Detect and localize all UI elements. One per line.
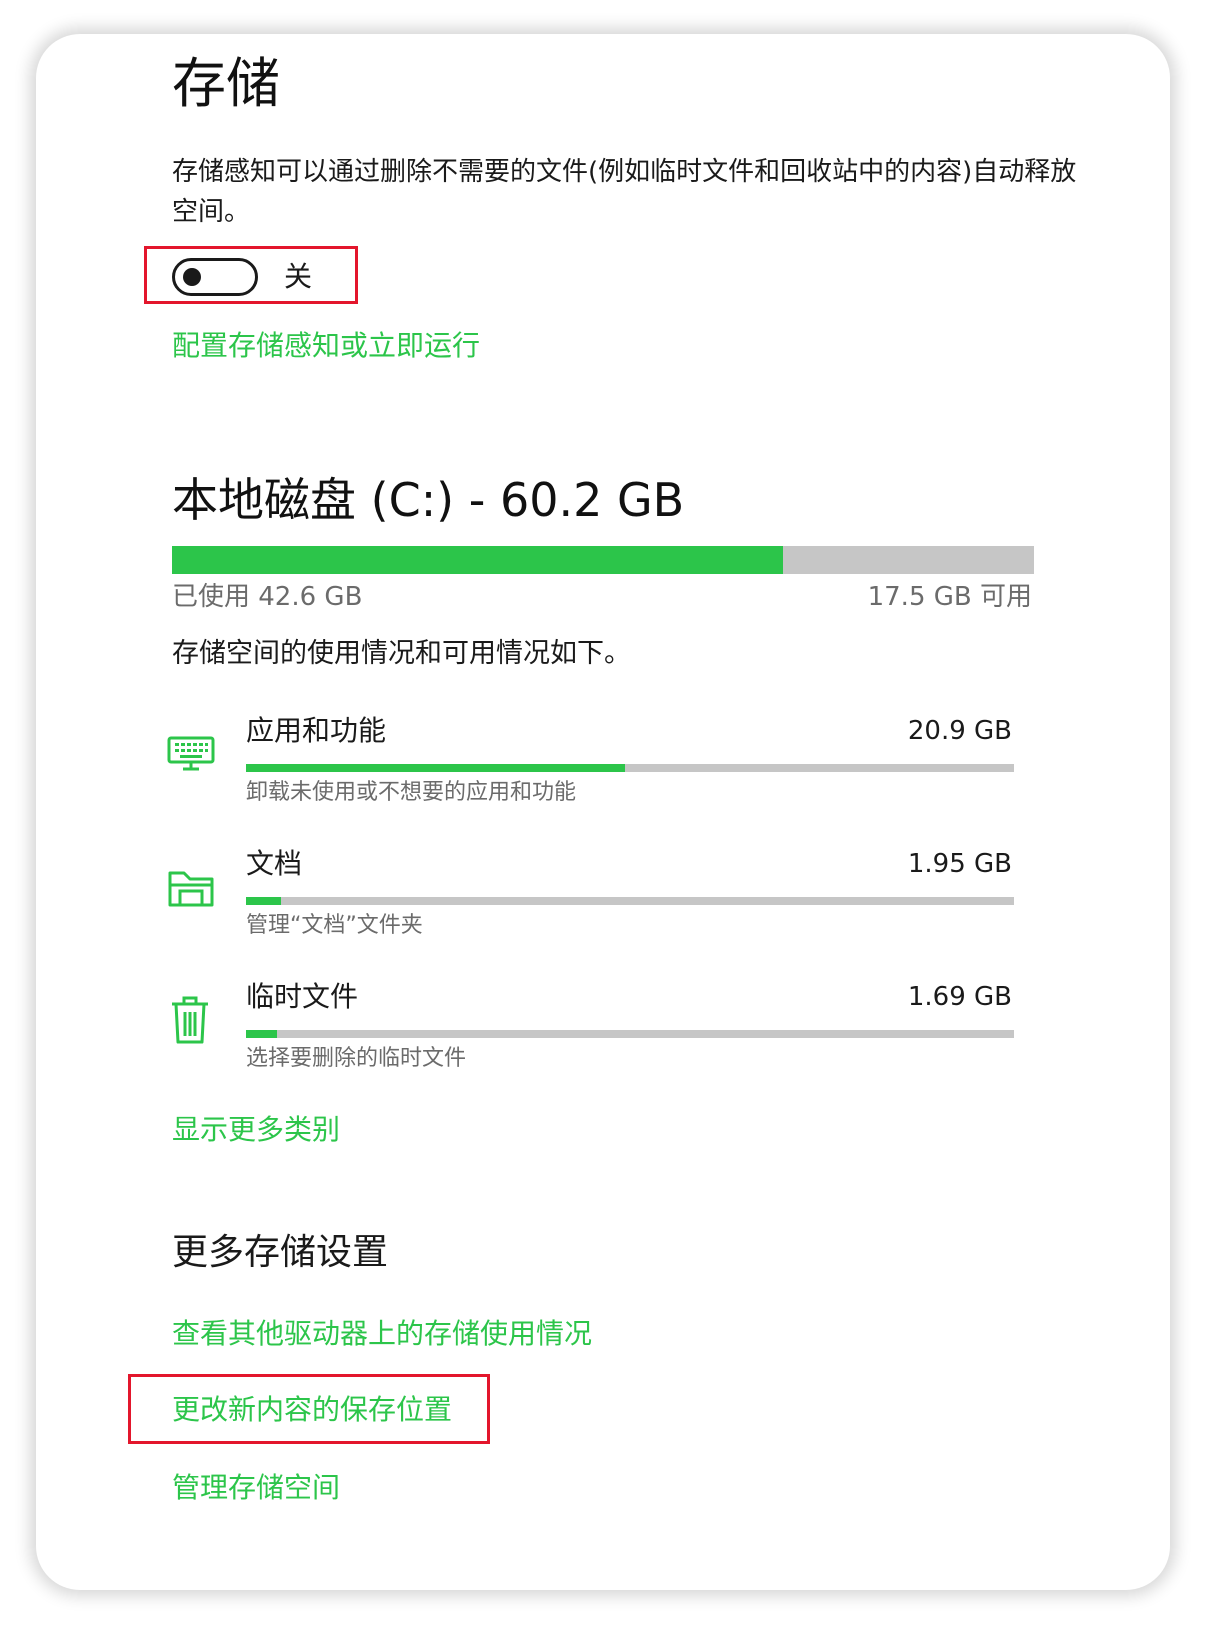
toggle-knob xyxy=(183,268,201,286)
category-size: 1.95 GB xyxy=(907,849,1012,879)
free-space-label: 17.5 GB 可用 xyxy=(867,582,1032,612)
category-description: 管理“文档”文件夹 xyxy=(246,913,423,938)
manage-storage-spaces-link[interactable]: 管理存储空间 xyxy=(172,1468,340,1508)
more-storage-settings-title: 更多存储设置 xyxy=(172,1232,389,1273)
category-description: 选择要删除的临时文件 xyxy=(246,1046,467,1071)
category-apps-features[interactable]: 应用和功能 20.9 GB 卸载未使用或不想要的应用和功能 xyxy=(162,710,1022,820)
category-name: 临时文件 xyxy=(246,980,359,1013)
settings-window: 存储 存储感知可以通过删除不需要的文件(例如临时文件和回收站中的内容)自动释放空… xyxy=(36,34,1170,1590)
toggle-state-label: 关 xyxy=(284,260,313,293)
drive-title: 本地磁盘 (C:) - 60.2 GB xyxy=(172,473,685,527)
category-description: 卸载未使用或不想要的应用和功能 xyxy=(246,780,577,805)
used-space-label: 已使用 42.6 GB xyxy=(172,582,363,612)
show-more-categories-link[interactable]: 显示更多类别 xyxy=(172,1110,340,1150)
category-size: 1.69 GB xyxy=(907,982,1012,1012)
change-save-location-link[interactable]: 更改新内容的保存位置 xyxy=(172,1390,452,1430)
category-temp-files[interactable]: 临时文件 1.69 GB 选择要删除的临时文件 xyxy=(162,976,1022,1086)
usage-summary: 存储空间的使用情况和可用情况如下。 xyxy=(172,638,631,669)
category-usage-bar xyxy=(246,1030,1014,1038)
trash-icon xyxy=(172,996,208,1044)
drive-usage-fill xyxy=(172,546,784,574)
category-name: 应用和功能 xyxy=(246,714,387,747)
keyboard-icon xyxy=(167,736,215,771)
category-usage-bar xyxy=(246,897,1014,905)
category-usage-bar xyxy=(246,764,1014,772)
page-title: 存储 xyxy=(172,52,280,115)
category-name: 文档 xyxy=(246,847,303,880)
category-documents[interactable]: 文档 1.95 GB 管理“文档”文件夹 xyxy=(162,843,1022,953)
drive-usage-bar xyxy=(172,546,1034,574)
storage-sense-description: 存储感知可以通过删除不需要的文件(例如临时文件和回收站中的内容)自动释放空间。 xyxy=(172,157,1077,227)
category-usage-fill xyxy=(246,764,625,772)
configure-storage-sense-link[interactable]: 配置存储感知或立即运行 xyxy=(172,326,480,366)
storage-sense-toggle[interactable] xyxy=(172,258,258,296)
category-usage-fill xyxy=(246,897,282,905)
category-size: 20.9 GB xyxy=(907,716,1012,746)
category-usage-fill xyxy=(246,1030,277,1038)
folder-icon xyxy=(168,871,214,907)
view-other-drives-link[interactable]: 查看其他驱动器上的存储使用情况 xyxy=(172,1314,592,1354)
